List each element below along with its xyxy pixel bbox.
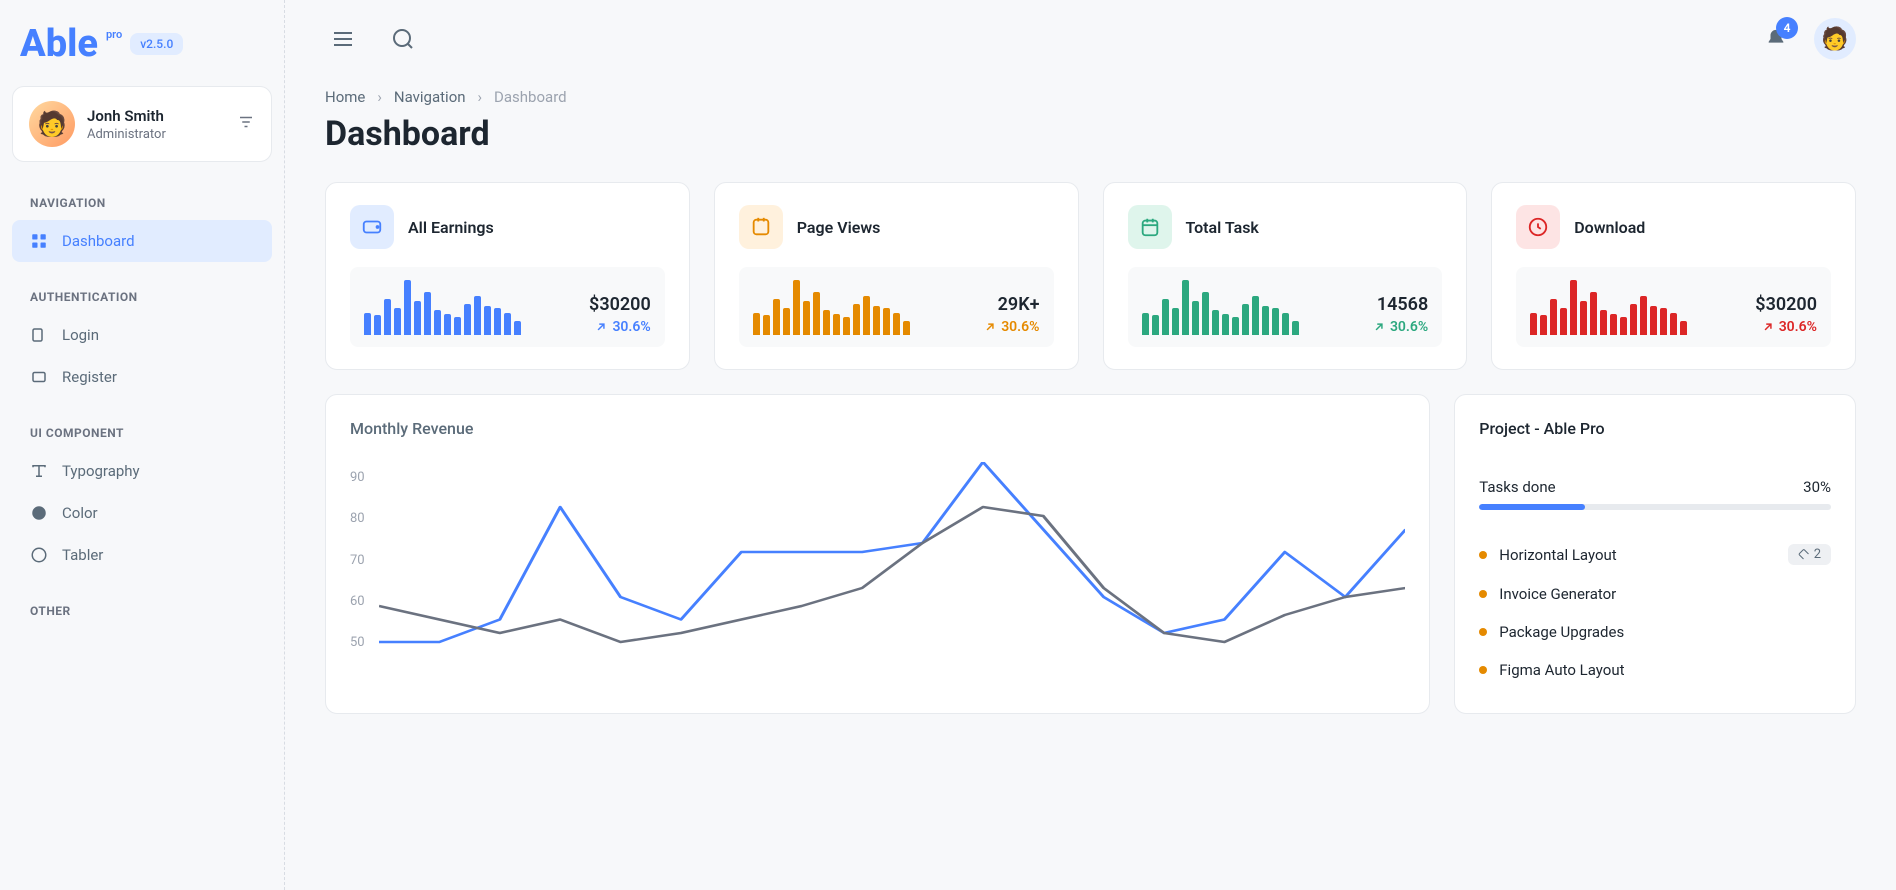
- page-title: Dashboard: [325, 114, 1856, 154]
- project-card: Project - Able Pro Tasks done 30% Horizo…: [1454, 394, 1856, 714]
- breadcrumb-item[interactable]: Navigation: [394, 88, 466, 106]
- stat-value: 29K+: [983, 294, 1039, 315]
- stat-title: Page Views: [797, 218, 881, 237]
- sidebar-item-label: Color: [62, 504, 98, 522]
- task-item[interactable]: Horizontal Layout 2: [1479, 534, 1831, 575]
- project-title: Project - Able Pro: [1479, 419, 1831, 438]
- stat-change: 30.6%: [983, 319, 1039, 335]
- dot-icon: [1479, 551, 1487, 559]
- user-card[interactable]: 🧑 Jonh Smith Administrator: [12, 86, 272, 162]
- y-tick: 50: [350, 635, 365, 650]
- progress-percent: 30%: [1803, 478, 1831, 496]
- stat-value: 14568: [1372, 294, 1428, 315]
- stat-icon: [739, 205, 783, 249]
- avatar: 🧑: [29, 101, 75, 147]
- brand-logo[interactable]: Able pro v2.5.0: [12, 18, 272, 86]
- nav-section-title: OTHER: [12, 594, 272, 628]
- stat-card: Total Task 14568 30.6%: [1103, 182, 1468, 370]
- dot-icon: [1479, 590, 1487, 598]
- chevron-right-icon: ›: [377, 88, 382, 106]
- progress-label: Tasks done: [1479, 478, 1555, 496]
- topbar: 4 🧑: [285, 0, 1896, 78]
- type-icon: [30, 462, 48, 480]
- line-chart: [379, 462, 1406, 662]
- nav-section-title: NAVIGATION: [12, 186, 272, 220]
- login-icon: [30, 326, 48, 344]
- sidebar-item-register[interactable]: Register: [12, 356, 272, 398]
- sidebar-item-color[interactable]: Color: [12, 492, 272, 534]
- breadcrumb-current: Dashboard: [494, 88, 567, 106]
- bar-chart: [364, 279, 577, 335]
- notifications-button[interactable]: 4: [1758, 21, 1794, 57]
- task-label: Horizontal Layout: [1499, 546, 1616, 564]
- color-icon: [30, 504, 48, 522]
- sidebar-item-label: Login: [62, 326, 99, 344]
- search-button[interactable]: [385, 21, 421, 57]
- task-label: Figma Auto Layout: [1499, 661, 1624, 679]
- stat-change: 30.6%: [1755, 319, 1817, 335]
- brand-version: v2.5.0: [130, 33, 183, 55]
- breadcrumb-item[interactable]: Home: [325, 88, 365, 106]
- user-name: Jonh Smith: [87, 107, 225, 125]
- task-label: Package Upgrades: [1499, 623, 1624, 641]
- stat-change: 30.6%: [589, 319, 651, 335]
- nav-section-title: UI COMPONENT: [12, 416, 272, 450]
- y-tick: 90: [350, 470, 365, 485]
- y-tick: 70: [350, 553, 365, 568]
- stat-card: Page Views 29K+ 30.6%: [714, 182, 1079, 370]
- revenue-card: Monthly Revenue 90 80 70 60 50: [325, 394, 1430, 714]
- sidebar-item-label: Register: [62, 368, 117, 386]
- stat-icon: [350, 205, 394, 249]
- task-item[interactable]: Invoice Generator: [1479, 575, 1831, 613]
- chevron-right-icon: ›: [478, 88, 483, 106]
- brand-name: Able: [20, 22, 98, 66]
- y-tick: 60: [350, 594, 365, 609]
- stat-title: Total Task: [1186, 218, 1259, 237]
- profile-avatar[interactable]: 🧑: [1814, 18, 1856, 60]
- register-icon: [30, 368, 48, 386]
- stat-value: $30200: [589, 294, 651, 315]
- bar-chart: [1530, 279, 1743, 335]
- user-role: Administrator: [87, 127, 225, 142]
- task-label: Invoice Generator: [1499, 585, 1616, 603]
- dashboard-icon: [30, 232, 48, 250]
- dot-icon: [1479, 666, 1487, 674]
- stat-icon: [1128, 205, 1172, 249]
- bar-chart: [1142, 279, 1360, 335]
- sidebar-item-label: Dashboard: [62, 232, 135, 250]
- stat-title: Download: [1574, 218, 1645, 237]
- dot-icon: [1479, 628, 1487, 636]
- y-tick: 80: [350, 511, 365, 526]
- stat-title: All Earnings: [408, 218, 494, 237]
- notifications-badge: 4: [1776, 17, 1798, 39]
- stat-value: $30200: [1755, 294, 1817, 315]
- sidebar-item-dashboard[interactable]: Dashboard: [12, 220, 272, 262]
- menu-toggle-button[interactable]: [325, 21, 361, 57]
- sidebar-item-label: Typography: [62, 462, 140, 480]
- breadcrumb: Home › Navigation › Dashboard: [325, 88, 1856, 106]
- stat-card: Download $30200 30.6%: [1491, 182, 1856, 370]
- task-badge: 2: [1788, 544, 1831, 565]
- sidebar-item-login[interactable]: Login: [12, 314, 272, 356]
- sidebar-item-typography[interactable]: Typography: [12, 450, 272, 492]
- bar-chart: [753, 279, 971, 335]
- task-item[interactable]: Package Upgrades: [1479, 613, 1831, 651]
- stat-change: 30.6%: [1372, 319, 1428, 335]
- sidebar-item-label: Tabler: [62, 546, 103, 564]
- task-item[interactable]: Figma Auto Layout: [1479, 651, 1831, 689]
- stat-card: All Earnings $30200 30.6%: [325, 182, 690, 370]
- filter-icon[interactable]: [237, 113, 255, 135]
- tabler-icon: [30, 546, 48, 564]
- sidebar-item-tabler[interactable]: Tabler: [12, 534, 272, 576]
- revenue-title: Monthly Revenue: [350, 419, 1405, 438]
- stat-icon: [1516, 205, 1560, 249]
- sidebar: Able pro v2.5.0 🧑 Jonh Smith Administrat…: [0, 0, 285, 890]
- brand-suffix: pro: [106, 28, 122, 41]
- progress-bar: [1479, 504, 1831, 510]
- nav-section-title: AUTHENTICATION: [12, 280, 272, 314]
